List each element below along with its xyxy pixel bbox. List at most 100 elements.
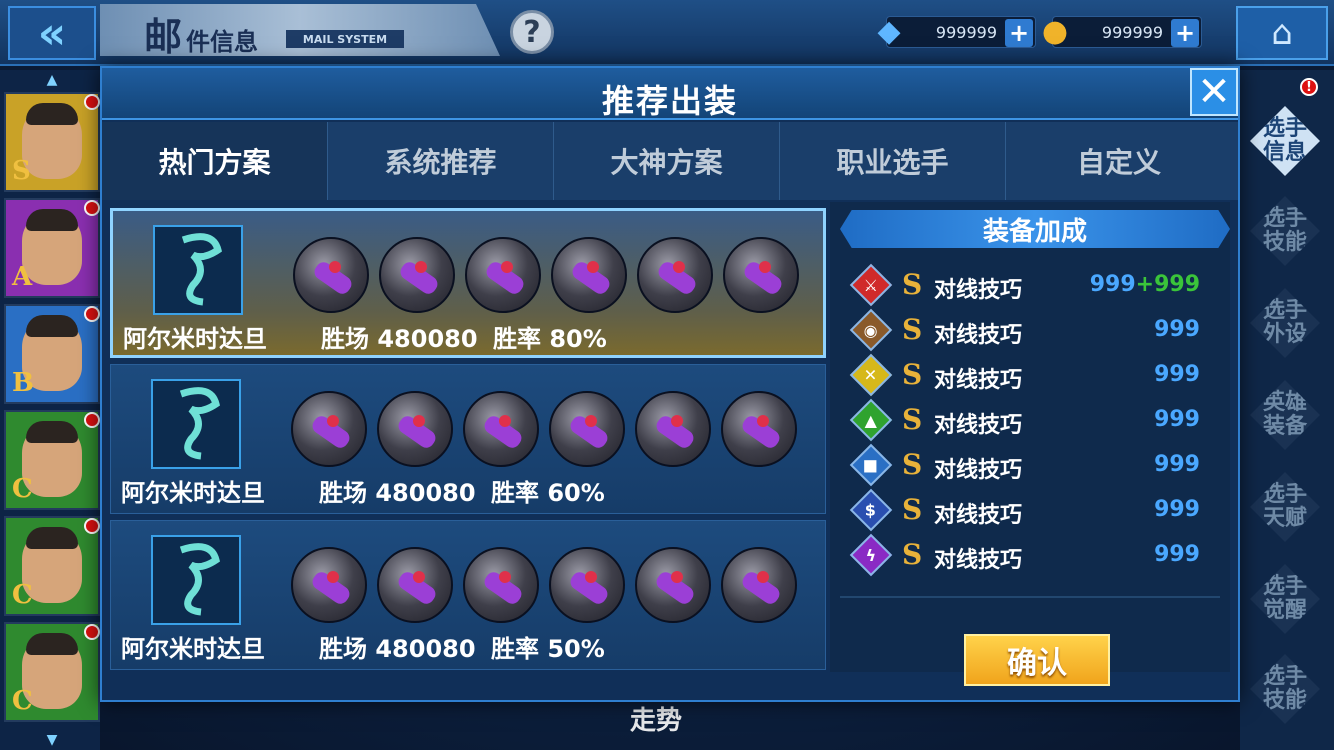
player-grade: C [12, 580, 33, 610]
equipment-item[interactable] [723, 237, 799, 313]
equipment-item[interactable] [635, 391, 711, 467]
gold-counter: ● 999999 + [1042, 14, 1202, 49]
top-bar: « 邮 件信息 MAIL SYSTEM ? ◆ 999999 + ● 99999… [0, 0, 1334, 66]
build-plan[interactable]: 阿尔米时达旦 胜场 480080 胜率 60% [110, 364, 826, 514]
notification-dot [84, 200, 100, 216]
hero-icon [151, 535, 241, 625]
player-card[interactable]: C [4, 622, 100, 722]
help-button[interactable]: ? [510, 10, 554, 54]
bonus-value: 999 [1154, 317, 1200, 342]
player-card[interactable]: B [4, 304, 100, 404]
games-won: 胜场 480080 [319, 635, 476, 663]
equipment-item[interactable] [721, 547, 797, 623]
double-chevron-left-icon: « [37, 7, 67, 59]
bonus-row: ⚔ S 对线技巧 999+999 [849, 263, 1210, 308]
equipment-item[interactable] [291, 391, 367, 467]
s-rank-icon: S [902, 358, 923, 391]
confirm-button[interactable]: 确认 [964, 634, 1110, 686]
player-card[interactable]: S [4, 92, 100, 192]
notification-dot [84, 624, 100, 640]
player-card[interactable]: C [4, 410, 100, 510]
hero-icon [151, 379, 241, 469]
equipment-item[interactable] [721, 391, 797, 467]
dialog-title: 推荐出装 [601, 82, 738, 120]
back-button[interactable]: « [8, 6, 96, 60]
background-trend-label: 走势 [630, 706, 683, 736]
side-tab-player-awaken[interactable]: 选手觉醒 [1250, 564, 1320, 634]
side-tab-hero-equipment[interactable]: 英雄装备 [1250, 380, 1320, 450]
alert-badge: ! [1300, 78, 1318, 96]
bonus-value: 999 [1154, 497, 1200, 522]
bonus-row: ϟ S 对线技巧 999 [849, 533, 1210, 578]
equipment-item[interactable] [377, 547, 453, 623]
side-tab-player-info[interactable]: 选手信息 [1250, 106, 1320, 176]
side-tab-player-gear[interactable]: 选手外设 [1250, 288, 1320, 358]
tab-custom[interactable]: 自定义 [1006, 122, 1232, 200]
player-card[interactable]: A [4, 198, 100, 298]
player-card[interactable]: C [4, 516, 100, 616]
boot-icon: ▲ [849, 398, 893, 442]
cross-icon: ✕ [849, 353, 893, 397]
tab-system[interactable]: 系统推荐 [328, 122, 554, 200]
bonus-row: $ S 对线技巧 999 [849, 488, 1210, 533]
dialog-title-bar: 推荐出装 ✕ [102, 68, 1238, 120]
player-grade: C [12, 686, 33, 716]
build-plan[interactable]: 阿尔米时达旦 胜场 480080 胜率 50% [110, 520, 826, 670]
player-list: ▲ S A B C C C ▼ [0, 70, 100, 750]
scroll-up-icon[interactable]: ▲ [40, 72, 64, 88]
side-tab-player-skills-2[interactable]: 选手技能 [1250, 654, 1320, 724]
close-button[interactable]: ✕ [1190, 68, 1238, 116]
bonus-extra: +999 [1135, 272, 1200, 297]
bonus-value: 999 [1154, 542, 1200, 567]
home-icon: ⌂ [1271, 13, 1293, 53]
side-tab-player-talent[interactable]: 选手天赋 [1250, 472, 1320, 542]
s-rank-icon: S [902, 448, 923, 481]
s-rank-icon: S [902, 313, 923, 346]
scroll-down-icon[interactable]: ▼ [40, 732, 64, 748]
side-tab-player-skills[interactable]: 选手技能 [1250, 196, 1320, 266]
bolt-icon: ϟ [849, 533, 893, 577]
equipment-item[interactable] [551, 237, 627, 313]
tab-master[interactable]: 大神方案 [554, 122, 780, 200]
divider [840, 596, 1220, 598]
equipment-item[interactable] [637, 237, 713, 313]
eye-icon: ◉ [849, 308, 893, 352]
add-gold-button[interactable]: + [1171, 19, 1199, 47]
home-button[interactable]: ⌂ [1236, 6, 1328, 60]
page-title-sub: 件信息 [186, 28, 258, 56]
tab-pro-player[interactable]: 职业选手 [780, 122, 1006, 200]
tab-popular[interactable]: 热门方案 [102, 122, 328, 200]
add-gems-button[interactable]: + [1005, 19, 1033, 47]
equipment-item[interactable] [635, 547, 711, 623]
bonus-title: 装备加成 [840, 210, 1230, 248]
bonus-value: 999 [1154, 407, 1200, 432]
equipment-item[interactable] [465, 237, 541, 313]
player-portrait [22, 103, 82, 179]
fist-icon: ■ [849, 443, 893, 487]
equipment-item[interactable] [379, 237, 455, 313]
equipment-item[interactable] [549, 391, 625, 467]
equipment-item[interactable] [549, 547, 625, 623]
win-rate: 胜率 80% [493, 325, 607, 353]
equipment-item[interactable] [463, 547, 539, 623]
build-plan[interactable]: 阿尔米时达旦 胜场 480080 胜率 80% [110, 208, 826, 358]
equipment-item[interactable] [377, 391, 453, 467]
bonus-label: 对线技巧 [934, 548, 1023, 573]
equipment-item[interactable] [463, 391, 539, 467]
equipment-item[interactable] [293, 237, 369, 313]
side-tab-label: 选手外设 [1262, 297, 1307, 347]
bonus-label: 对线技巧 [934, 368, 1023, 393]
s-rank-icon: S [902, 268, 923, 301]
equipment-item[interactable] [291, 547, 367, 623]
side-tab-label: 英雄装备 [1262, 389, 1307, 439]
side-tab-label: 选手技能 [1262, 663, 1307, 713]
side-tab-label: 选手天赋 [1262, 481, 1307, 531]
hero-name: 阿尔米时达旦 [121, 635, 265, 663]
games-won: 胜场 480080 [319, 479, 476, 507]
bonus-label: 对线技巧 [934, 323, 1023, 348]
side-tab-label: 选手信息 [1262, 115, 1307, 165]
bonus-row: ■ S 对线技巧 999 [849, 443, 1210, 488]
hero-icon [153, 225, 243, 315]
bonus-label: 对线技巧 [934, 503, 1023, 528]
diamond-icon: ◆ [877, 13, 901, 49]
